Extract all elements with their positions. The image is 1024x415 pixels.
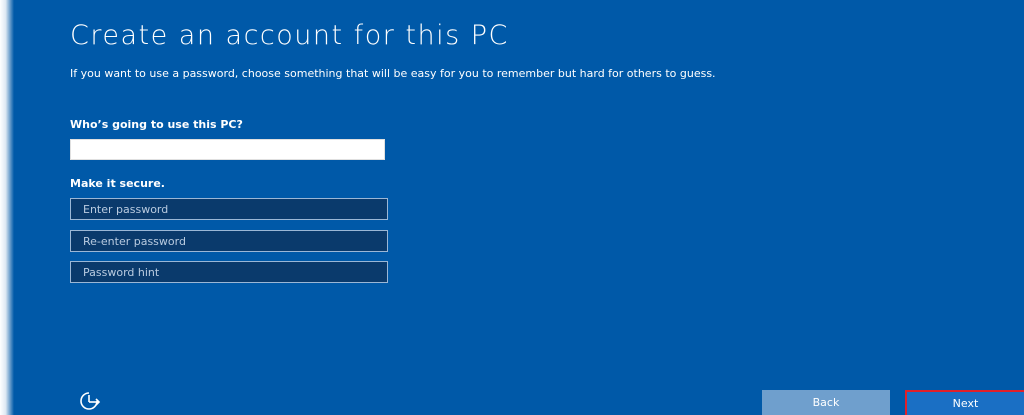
password-hint-field[interactable]	[70, 261, 388, 283]
password-section-label: Make it secure.	[70, 177, 165, 190]
password-field[interactable]	[70, 198, 388, 220]
left-edge-strip	[0, 0, 14, 415]
reenter-password-field[interactable]	[70, 230, 388, 252]
back-button[interactable]: Back	[762, 390, 890, 415]
page-description: If you want to use a password, choose so…	[70, 67, 716, 80]
account-setup-screen: Create an account for this PC If you wan…	[0, 0, 1024, 415]
page-title: Create an account for this PC	[70, 20, 509, 51]
ease-of-access-icon[interactable]	[76, 390, 102, 412]
username-field[interactable]	[70, 139, 385, 160]
username-label: Who’s going to use this PC?	[70, 118, 243, 131]
next-button[interactable]: Next	[905, 390, 1024, 415]
